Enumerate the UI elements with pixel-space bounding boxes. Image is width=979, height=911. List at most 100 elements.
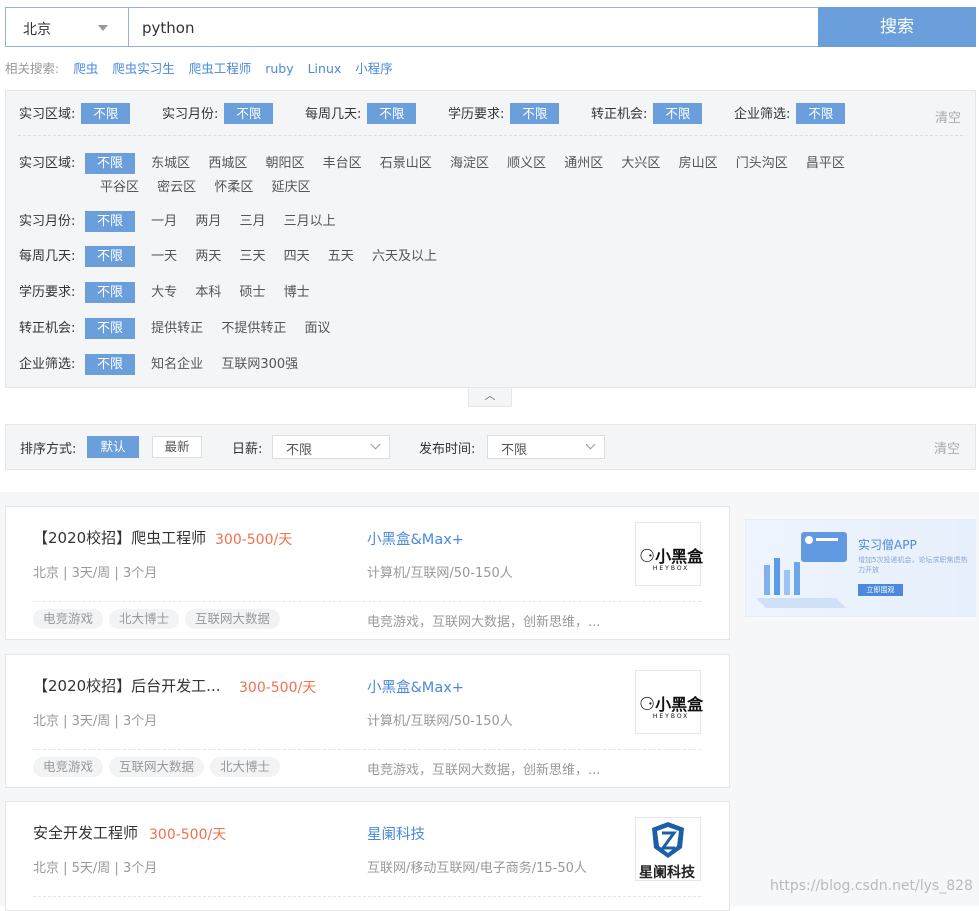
option[interactable]: 知名企业 (149, 353, 205, 372)
option[interactable]: 两天 (193, 245, 223, 264)
option-active[interactable]: 不限 (85, 354, 136, 375)
job-card[interactable]: 【2020校招】后台开发工... 300-500/天 北京 | 3天/周 | 3… (5, 654, 730, 788)
option[interactable]: 六天及以上 (370, 245, 439, 264)
related-link[interactable]: Linux (308, 61, 342, 76)
divider (33, 601, 701, 602)
option[interactable]: 西城区 (206, 152, 249, 171)
option-active[interactable]: 不限 (85, 153, 136, 174)
divider (18, 135, 963, 136)
option[interactable]: 三月 (237, 210, 267, 229)
selected-tag[interactable]: 不限 (224, 103, 274, 124)
job-title[interactable]: 安全开发工程师 (33, 822, 138, 843)
selected-tag[interactable]: 不限 (653, 103, 703, 124)
time-dropdown[interactable]: 不限 (487, 435, 605, 459)
option[interactable]: 大专 (149, 281, 179, 300)
option[interactable]: 怀柔区 (212, 176, 255, 195)
option[interactable]: 提供转正 (149, 317, 205, 336)
option[interactable]: 一月 (149, 210, 179, 229)
company-name[interactable]: 小黑盒&Max+ (367, 676, 464, 697)
company-info: 互联网/移动互联网/电子商务/15-50人 (367, 861, 587, 876)
filter-row-area-2: 平谷区 密云区 怀柔区 延庆区 (98, 176, 322, 195)
pay-dropdown[interactable]: 不限 (272, 435, 390, 459)
company-logo[interactable]: ⚆小黑盒 HEYBOX (635, 670, 703, 734)
collapse-chevron-up-icon[interactable]: ︿ (468, 388, 512, 407)
option-active[interactable]: 不限 (85, 211, 136, 232)
option[interactable]: 海淀区 (448, 152, 491, 171)
selected-tag[interactable]: 不限 (510, 103, 560, 124)
option[interactable]: 平谷区 (98, 176, 141, 195)
job-salary: 300-500/天 (215, 532, 293, 548)
option[interactable]: 东城区 (149, 152, 192, 171)
tag: 北大博士 (210, 757, 281, 777)
ad-desc: 增加5次投递机会，论坛求职焦虑热力开放 (858, 556, 968, 574)
search-bar: 北京 python 搜索 (5, 7, 976, 47)
option[interactable]: 朝阳区 (263, 152, 306, 171)
filter-row-edu: 学历要求: 不限 大专 本科 硕士 博士 (19, 281, 322, 303)
related-link[interactable]: 小程序 (355, 61, 393, 76)
illustration-icon (756, 532, 847, 608)
option[interactable]: 顺义区 (505, 152, 548, 171)
option[interactable]: 五天 (326, 245, 356, 264)
chevron-down-icon (585, 439, 596, 450)
option[interactable]: 大兴区 (619, 152, 662, 171)
sort-default-button[interactable]: 默认 (87, 436, 139, 458)
option[interactable]: 门头沟区 (734, 152, 790, 171)
option[interactable]: 三天 (237, 245, 267, 264)
option[interactable]: 两月 (193, 210, 223, 229)
job-tags: 电竞游戏 北大博士 互联网大数据 (33, 609, 286, 629)
job-card[interactable]: 安全开发工程师 300-500/天 北京 | 5天/周 | 3个月 星阑科技 互… (5, 801, 730, 911)
selected-filters: 实习区域: 不限 实习月份: 不限 每周几天: 不限 学历要求: 不限 转正机会: 不限 … (6, 103, 975, 125)
selected-tag[interactable]: 不限 (81, 103, 131, 124)
sort-newest-button[interactable]: 最新 (152, 436, 202, 458)
option[interactable]: 面议 (302, 317, 332, 336)
caret-down-icon (98, 25, 108, 31)
job-card[interactable]: 【2020校招】爬虫工程师 300-500/天 北京 | 3天/周 | 3个月 … (5, 506, 730, 640)
option-active[interactable]: 不限 (85, 282, 136, 303)
sort-bar: 排序方式: 默认 最新 日薪: 不限 发布时间: 不限 清空 (5, 424, 976, 470)
ad-button[interactable]: 立即围观 (858, 584, 903, 596)
tag: 电竞游戏 (33, 757, 104, 777)
search-input[interactable]: python (142, 19, 194, 37)
option[interactable]: 石景山区 (378, 152, 434, 171)
related-link[interactable]: 爬虫 (73, 61, 98, 76)
option-active[interactable]: 不限 (85, 318, 136, 339)
option[interactable]: 密云区 (155, 176, 198, 195)
option[interactable]: 四天 (282, 245, 312, 264)
option[interactable]: 博士 (282, 281, 312, 300)
app-ad-banner[interactable]: 实习僧APP 增加5次投递机会，论坛求职焦虑热力开放 立即围观 (745, 519, 976, 617)
filter-row-area: 实习区域: 不限 东城区 西城区 朝阳区 丰台区 石景山区 海淀区 顺义区 通州区… (19, 152, 857, 174)
company-logo[interactable]: ⚆小黑盒 HEYBOX (635, 522, 703, 586)
job-salary: 300-500/天 (149, 827, 227, 843)
city-select[interactable]: 北京 (6, 8, 129, 46)
related-link[interactable]: 爬虫工程师 (189, 61, 252, 76)
option[interactable]: 房山区 (677, 152, 720, 171)
option[interactable]: 一天 (149, 245, 179, 264)
pay-label: 日薪: (232, 442, 263, 457)
option-active[interactable]: 不限 (85, 246, 136, 267)
job-title[interactable]: 【2020校招】后台开发工... (33, 675, 220, 696)
search-button[interactable]: 搜索 (818, 7, 976, 47)
clear-sort-button[interactable]: 清空 (934, 438, 960, 457)
related-link[interactable]: 爬虫实习生 (112, 61, 175, 76)
job-title[interactable]: 【2020校招】爬虫工程师 (33, 527, 206, 548)
selected-tag[interactable]: 不限 (367, 103, 417, 124)
option[interactable]: 丰台区 (321, 152, 364, 171)
option[interactable]: 通州区 (562, 152, 605, 171)
clear-filters-button[interactable]: 清空 (935, 107, 961, 126)
tag: 北大博士 (109, 609, 180, 629)
tag: 互联网大数据 (185, 609, 281, 629)
company-name[interactable]: 小黑盒&Max+ (367, 528, 464, 549)
option[interactable]: 延庆区 (269, 176, 312, 195)
selected-tag[interactable]: 不限 (796, 103, 846, 124)
option[interactable]: 本科 (193, 281, 223, 300)
option[interactable]: 三月以上 (282, 210, 338, 229)
company-logo[interactable]: 星阑科技 (635, 817, 701, 881)
company-name[interactable]: 星阑科技 (367, 823, 425, 844)
job-meta: 北京 | 3天/周 | 3个月 (33, 566, 158, 581)
option[interactable]: 硕士 (237, 281, 267, 300)
option[interactable]: 互联网300强 (219, 353, 300, 372)
option[interactable]: 昌平区 (804, 152, 847, 171)
related-link[interactable]: ruby (265, 61, 293, 76)
watermark: https://blog.csdn.net/lys_828 (770, 878, 973, 894)
option[interactable]: 不提供转正 (219, 317, 288, 336)
